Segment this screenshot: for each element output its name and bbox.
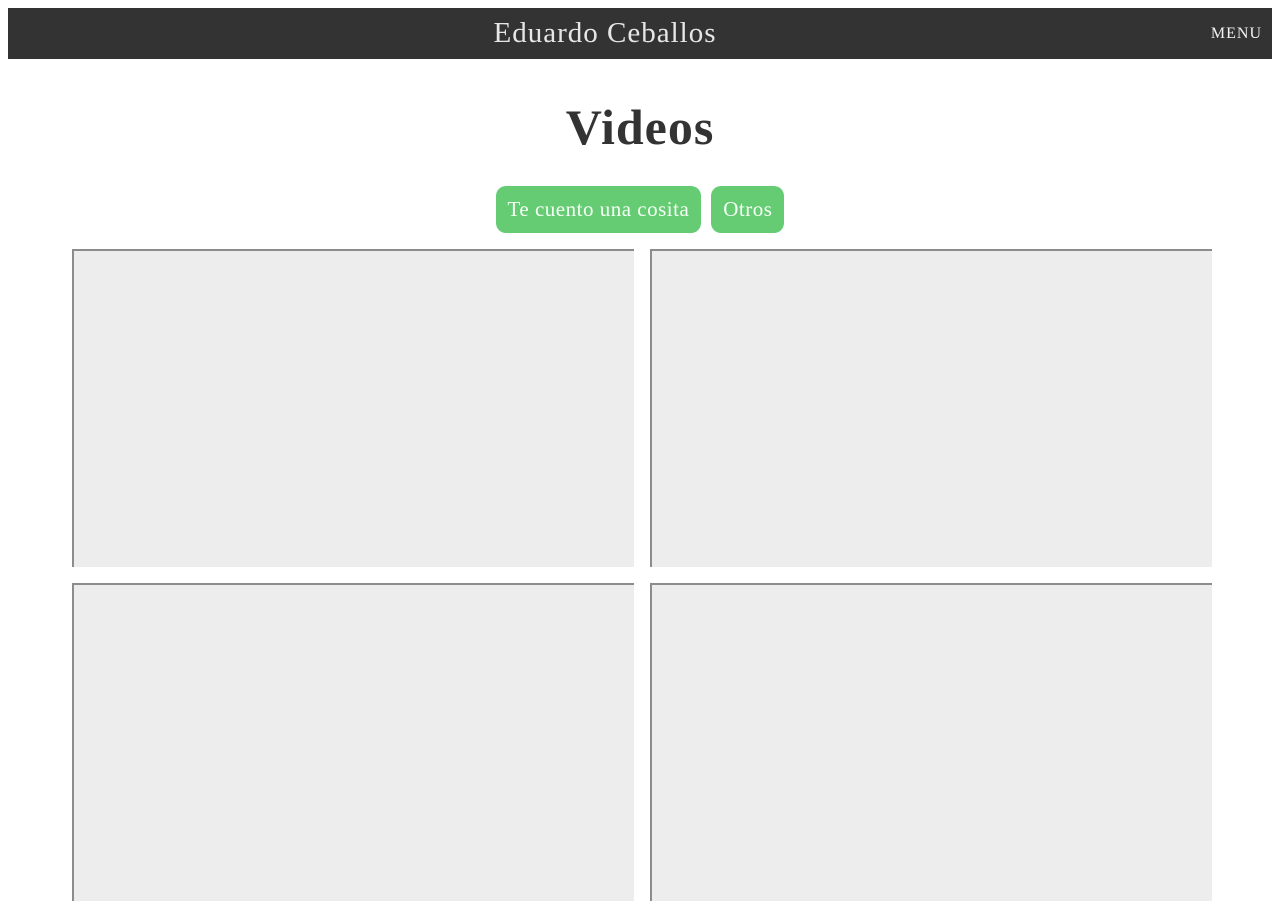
video-embed[interactable] xyxy=(72,583,634,901)
video-embed[interactable] xyxy=(650,249,1212,567)
page-title: Videos xyxy=(565,99,715,155)
filter-button-otros[interactable]: Otros xyxy=(711,186,785,233)
video-embed[interactable] xyxy=(72,249,634,567)
video-embed[interactable] xyxy=(650,583,1212,901)
filter-button-te-cuento-una-cosita[interactable]: Te cuento una cosita xyxy=(495,186,702,233)
menu-button[interactable]: MENU xyxy=(1211,8,1262,59)
video-filter-bar: Te cuento una cosita Otros xyxy=(0,186,1280,233)
site-title[interactable]: Eduardo Ceballos xyxy=(8,8,1202,59)
top-bar: Eduardo Ceballos MENU xyxy=(8,8,1272,59)
page: Eduardo Ceballos MENU Videos Te cuento u… xyxy=(0,0,1280,913)
